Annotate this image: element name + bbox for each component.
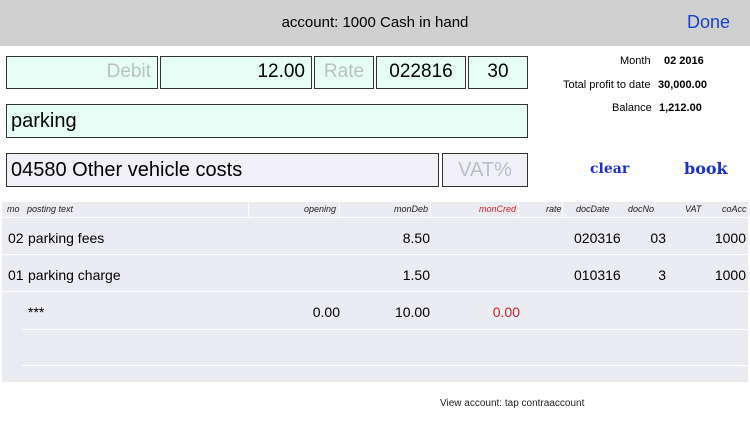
date-field[interactable]: 022816 bbox=[376, 56, 466, 89]
row-docno: 3 bbox=[658, 267, 666, 283]
book-button[interactable]: book bbox=[684, 159, 728, 178]
col-header-vat: VAT bbox=[685, 204, 702, 214]
row-posting-text: parking charge bbox=[28, 267, 121, 283]
row-docno: 03 bbox=[650, 230, 666, 246]
clear-button[interactable]: clear bbox=[590, 161, 629, 177]
column-divider bbox=[518, 202, 519, 218]
profit-value: 30,000.00 bbox=[658, 79, 707, 91]
row-posting-text: parking fees bbox=[28, 230, 105, 246]
col-header-coacc: coAcc bbox=[722, 204, 747, 214]
profit-label: Total profit to date bbox=[563, 79, 651, 91]
day-field[interactable]: 30 bbox=[468, 56, 528, 89]
row-month: 02 bbox=[8, 230, 24, 246]
row-divider bbox=[22, 365, 748, 366]
column-divider bbox=[562, 202, 563, 218]
column-divider bbox=[248, 202, 249, 218]
table-row[interactable]: 02 parking fees 8.50 020316 03 1000 bbox=[2, 219, 748, 255]
row-mondeb: 1.50 bbox=[402, 267, 430, 283]
done-button[interactable]: Done bbox=[687, 12, 730, 33]
posting-text-field[interactable]: parking bbox=[6, 104, 528, 138]
footer-hint: View account: tap contraaccount bbox=[440, 398, 585, 409]
totals-label: *** bbox=[28, 304, 45, 320]
table-header: mo posting text opening monDeb monCred r… bbox=[2, 202, 748, 218]
totals-opening: 0.00 bbox=[312, 304, 340, 320]
page-title: account: 1000 Cash in hand bbox=[281, 14, 469, 31]
row-divider bbox=[22, 329, 748, 330]
row-mondeb: 8.50 bbox=[402, 230, 430, 246]
table-row[interactable]: 01 parking charge 1.50 010316 3 1000 bbox=[2, 256, 748, 292]
row-contra-account[interactable]: 1000 bbox=[702, 267, 746, 283]
col-header-mo: mo bbox=[7, 204, 20, 214]
totals-moncred: 0.00 bbox=[492, 304, 520, 320]
col-header-opening: opening bbox=[304, 204, 337, 214]
debit-field[interactable]: Debit bbox=[6, 56, 158, 89]
col-header-docno: docNo bbox=[628, 204, 655, 214]
rate-field[interactable]: Rate bbox=[314, 56, 374, 89]
postings-table: mo posting text opening monDeb monCred r… bbox=[2, 202, 748, 382]
row-month: 01 bbox=[8, 267, 24, 283]
month-value[interactable]: 02 2016 bbox=[664, 55, 704, 67]
contra-account-field[interactable]: 04580 Other vehicle costs bbox=[6, 153, 439, 187]
column-divider bbox=[430, 202, 431, 218]
row-docdate: 010316 bbox=[574, 267, 621, 283]
col-header-docdate: docDate bbox=[576, 204, 610, 214]
vat-field[interactable]: VAT% bbox=[442, 153, 528, 187]
col-header-mondeb: monDeb bbox=[394, 204, 429, 214]
col-header-posting-text: posting text bbox=[27, 204, 74, 214]
totals-row: *** 0.00 10.00 0.00 bbox=[2, 293, 748, 329]
col-header-moncred: monCred bbox=[479, 204, 517, 214]
row-contra-account[interactable]: 1000 bbox=[702, 230, 746, 246]
balance-label: Balance bbox=[612, 102, 652, 114]
column-divider bbox=[339, 202, 340, 218]
col-header-rate: rate bbox=[546, 204, 562, 214]
navigation-bar: account: 1000 Cash in hand Done bbox=[0, 0, 750, 46]
balance-value: 1,212.00 bbox=[659, 102, 702, 114]
month-label: Month bbox=[620, 55, 651, 67]
totals-mondeb: 10.00 bbox=[394, 304, 430, 320]
row-docdate: 020316 bbox=[574, 230, 621, 246]
amount-field[interactable]: 12.00 bbox=[160, 56, 312, 89]
